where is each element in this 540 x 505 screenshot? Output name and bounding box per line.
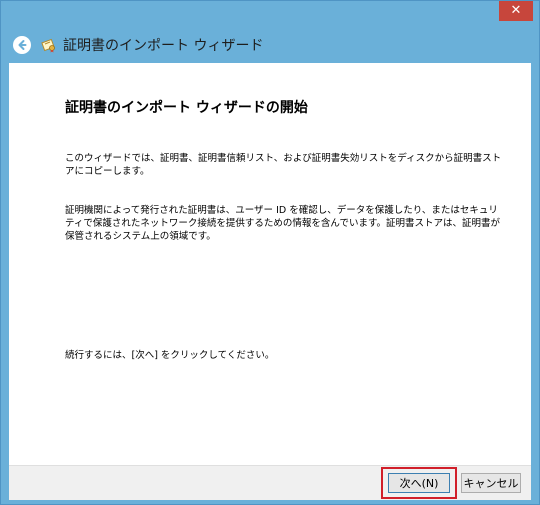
title-bar: 証明書のインポート ウィザード — [9, 31, 263, 59]
close-button[interactable]: ✕ — [499, 1, 533, 21]
back-arrow-icon[interactable] — [13, 36, 31, 54]
intro-paragraph: このウィザードでは、証明書、証明書信頼リスト、および証明書失効リストをディスクか… — [65, 153, 502, 177]
next-button[interactable]: 次へ(N) — [388, 473, 450, 493]
button-bar: 次へ(N) キャンセル — [9, 465, 531, 500]
wizard-window: ✕ 証明書のインポート ウィザード 証明書のインポート ウィザードの開始 このウ… — [0, 0, 540, 505]
certificate-icon — [41, 37, 57, 53]
next-button-highlight: 次へ(N) — [381, 467, 457, 499]
continue-instruction: 続行するには、[次へ] をクリックしてください。 — [65, 350, 275, 361]
description-paragraph: 証明機関によって発行された証明書は、ユーザー ID を確認し、データを保護したり… — [65, 205, 501, 242]
close-icon: ✕ — [510, 3, 522, 18]
window-title: 証明書のインポート ウィザード — [63, 38, 264, 54]
cancel-button[interactable]: キャンセル — [461, 473, 521, 493]
page-heading: 証明書のインポート ウィザードの開始 — [65, 100, 308, 116]
wizard-content: 証明書のインポート ウィザードの開始 このウィザードでは、証明書、証明書信頼リス… — [9, 63, 531, 465]
